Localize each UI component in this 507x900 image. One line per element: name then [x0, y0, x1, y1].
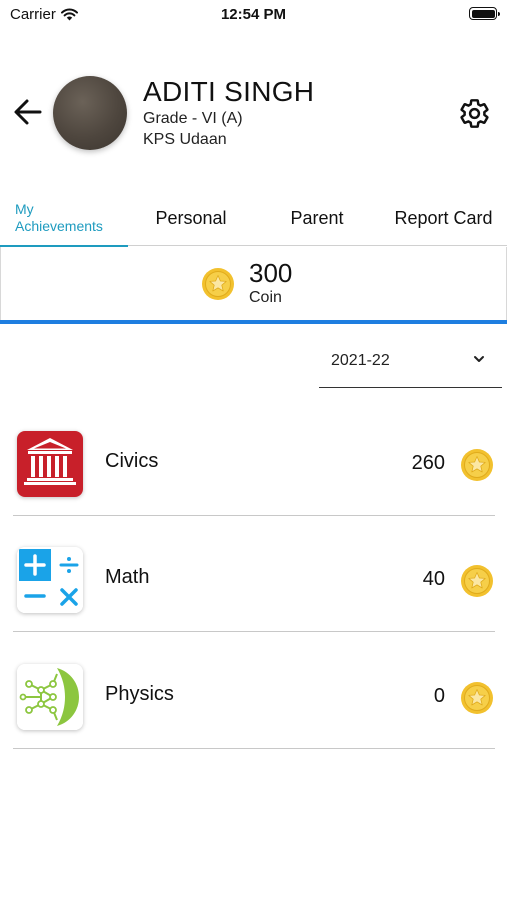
- chevron-down-icon: [474, 356, 484, 362]
- coin-star-icon: [461, 682, 493, 714]
- gear-icon[interactable]: [458, 97, 491, 130]
- clock: 12:54 PM: [220, 6, 287, 23]
- profile-tabs: My Achievements Personal Parent Report C…: [0, 190, 507, 247]
- math-operators-icon: [17, 547, 83, 613]
- tab-label-line2: Achievements: [15, 218, 103, 234]
- civics-building-icon: [17, 431, 83, 497]
- tab-personal[interactable]: Personal: [128, 190, 254, 246]
- status-bar: Carrier 12:54 PM: [0, 0, 507, 28]
- physics-network-icon: [17, 664, 83, 730]
- subject-coin-count: 40: [422, 568, 445, 590]
- subject-coin-count: 260: [411, 452, 445, 474]
- subject-row-physics[interactable]: Physics 0: [13, 645, 495, 749]
- student-school: KPS Udaan: [143, 131, 227, 148]
- subject-name: Math: [105, 566, 150, 588]
- subject-name: Civics: [105, 450, 159, 472]
- coin-label: Coin: [249, 289, 282, 306]
- coin-star-icon: [461, 449, 493, 481]
- tab-report-card[interactable]: Report Card: [380, 190, 507, 246]
- coin-star-icon: [202, 268, 234, 300]
- avatar[interactable]: [53, 76, 127, 150]
- coin-total: 300: [249, 258, 293, 288]
- subject-row-math[interactable]: Math 40: [13, 528, 495, 632]
- tab-label-line1: My: [15, 201, 34, 217]
- subject-coin-count: 0: [433, 685, 445, 707]
- academic-year-dropdown[interactable]: 2021-22: [319, 340, 502, 388]
- academic-year-value: 2021-22: [331, 352, 390, 369]
- back-arrow-icon[interactable]: [12, 96, 44, 128]
- subject-row-civics[interactable]: Civics 260: [13, 412, 495, 516]
- coin-summary-bar: [0, 320, 507, 324]
- subject-name: Physics: [105, 683, 174, 705]
- student-name: ADITI SINGH: [143, 76, 315, 107]
- tab-parent[interactable]: Parent: [254, 190, 380, 246]
- student-grade: Grade - VI (A): [143, 110, 243, 127]
- coin-star-icon: [461, 565, 493, 597]
- tab-my-achievements[interactable]: My Achievements: [0, 190, 128, 247]
- battery-icon: [469, 7, 500, 20]
